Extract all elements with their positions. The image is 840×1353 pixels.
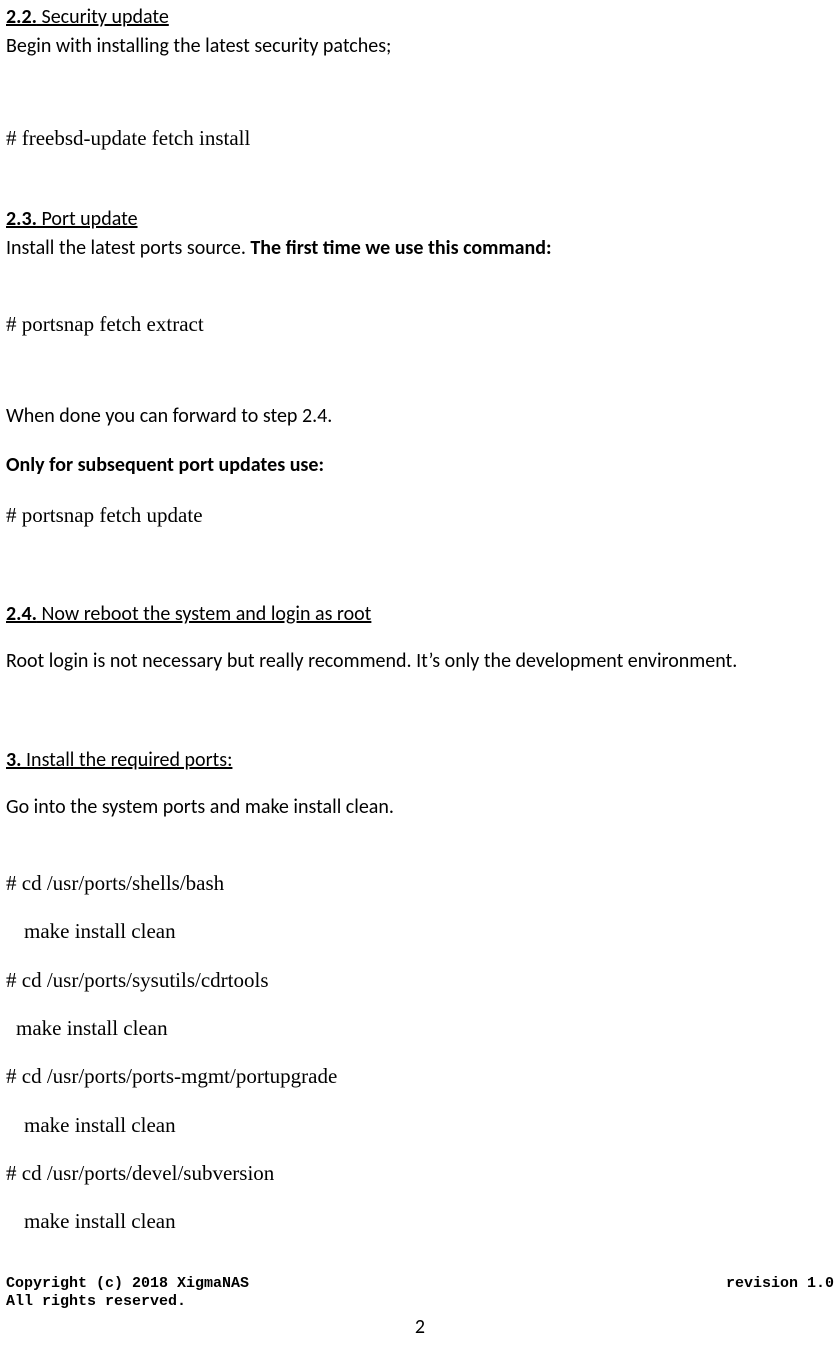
paragraph: Install the latest ports source. The fir…	[6, 235, 834, 262]
paragraph-bold: Only for subsequent port updates use:	[6, 452, 834, 479]
heading-number: 2.2.	[6, 5, 37, 29]
command-line: # freebsd-update fetch install	[6, 124, 834, 152]
footer-right: revision 1.0	[726, 1275, 834, 1293]
heading-2-3: 2.3. Port update	[6, 206, 834, 233]
footer-left: Copyright (c) 2018 XigmaNAS All rights r…	[6, 1275, 249, 1311]
command-line: make install clean	[6, 917, 834, 945]
page-number: 2	[0, 1314, 840, 1341]
command-line: make install clean	[6, 1207, 834, 1235]
heading-title: Security update	[42, 5, 169, 29]
heading-title: Install the required ports:	[26, 748, 232, 772]
heading-number: 2.4.	[6, 602, 37, 626]
paragraph: Root login is not necessary but really r…	[6, 648, 834, 675]
paragraph-text: Install the latest ports source.	[6, 236, 250, 260]
footer: Copyright (c) 2018 XigmaNAS All rights r…	[6, 1275, 834, 1311]
command-line: # portsnap fetch update	[6, 501, 834, 529]
paragraph: Begin with installing the latest securit…	[6, 33, 834, 60]
command-line: # cd /usr/ports/shells/bash	[6, 869, 834, 897]
heading-2-4: 2.4. Now reboot the system and login as …	[6, 601, 834, 628]
heading-number: 3.	[6, 748, 21, 772]
copyright-line: Copyright (c) 2018 XigmaNAS	[6, 1275, 249, 1292]
heading-3: 3. Install the required ports:	[6, 747, 834, 774]
paragraph: Go into the system ports and make instal…	[6, 794, 834, 821]
command-line: # cd /usr/ports/devel/subversion	[6, 1159, 834, 1187]
rights-line: All rights reserved.	[6, 1293, 186, 1310]
paragraph: When done you can forward to step 2.4.	[6, 403, 834, 430]
heading-title: Now reboot the system and login as root	[42, 602, 372, 626]
heading-number: 2.3.	[6, 207, 37, 231]
heading-title: Port update	[42, 207, 138, 231]
paragraph-bold: The first time we use this command:	[250, 236, 551, 260]
command-line: make install clean	[6, 1014, 834, 1042]
command-line: # portsnap fetch extract	[6, 310, 834, 338]
command-line: # cd /usr/ports/sysutils/cdrtools	[6, 966, 834, 994]
command-line: make install clean	[6, 1111, 834, 1139]
document-body: 2.2. Security update Begin with installi…	[6, 4, 834, 1236]
command-line: # cd /usr/ports/ports-mgmt/portupgrade	[6, 1062, 834, 1090]
heading-2-2: 2.2. Security update	[6, 4, 834, 31]
